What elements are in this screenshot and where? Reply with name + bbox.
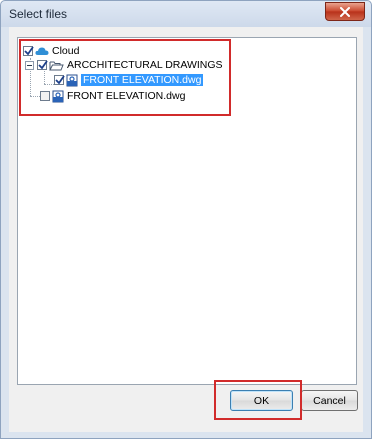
tree-highlight-box <box>19 39 231 116</box>
ok-highlight-box <box>214 380 302 420</box>
close-button[interactable] <box>325 2 365 21</box>
select-files-dialog: Select files Cloud ARCCHITECTURAL DRAWIN… <box>0 0 372 439</box>
close-icon <box>340 6 350 17</box>
dialog-title: Select files <box>9 7 68 21</box>
dialog-client-area: Cloud ARCCHITECTURAL DRAWINGS FRONT ELEV… <box>9 27 363 432</box>
file-tree[interactable]: Cloud ARCCHITECTURAL DRAWINGS FRONT ELEV… <box>17 37 357 385</box>
title-bar[interactable]: Select files <box>1 1 371 27</box>
cancel-button[interactable]: Cancel <box>301 390 358 411</box>
